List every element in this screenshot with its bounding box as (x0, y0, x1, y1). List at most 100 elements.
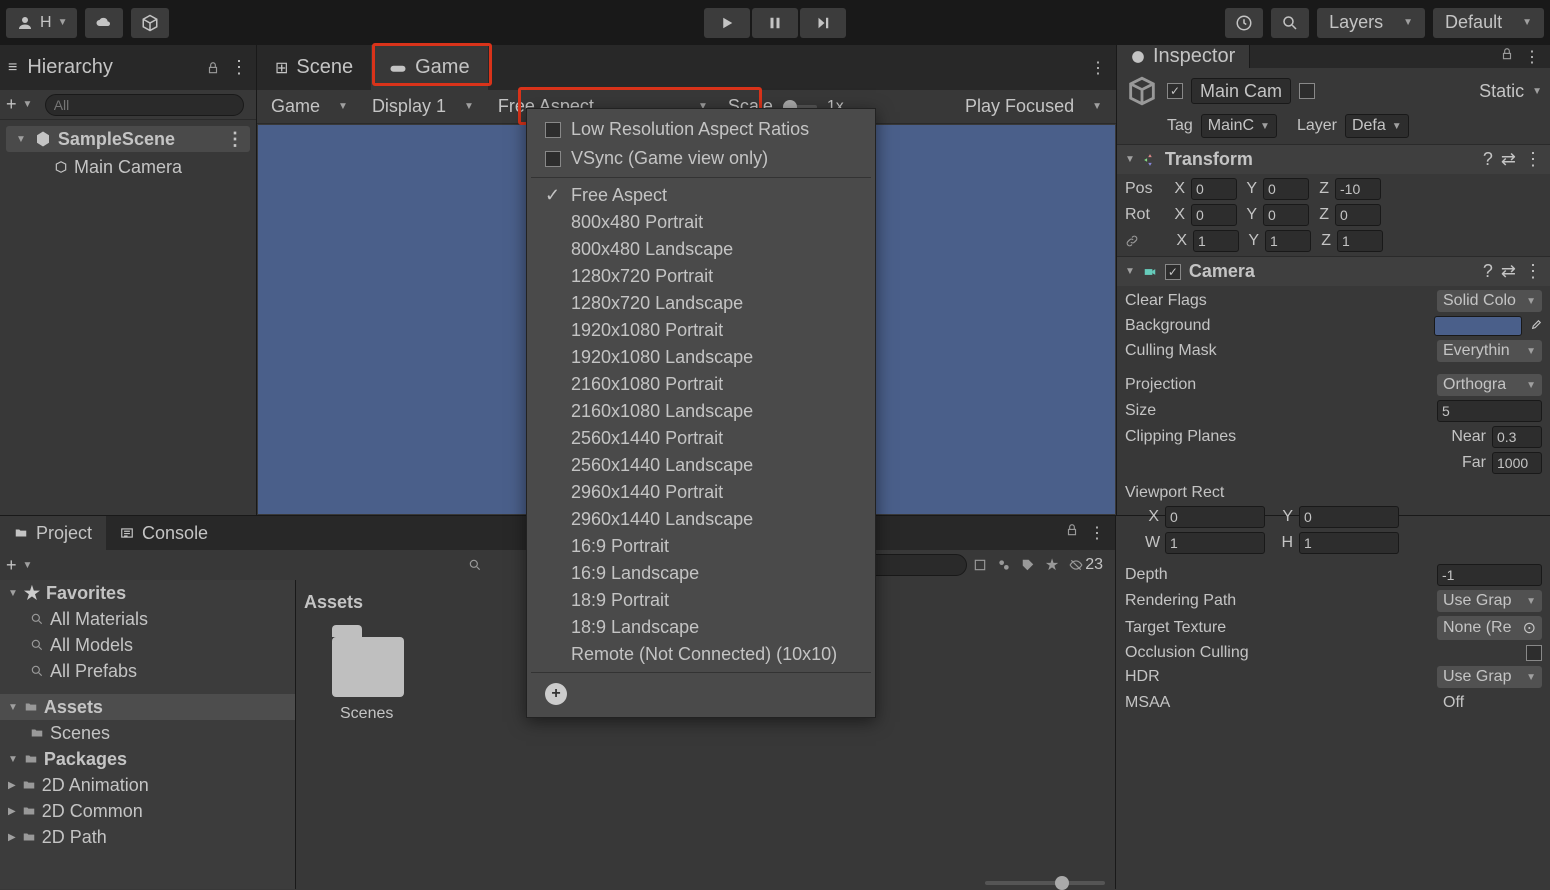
history-button[interactable] (1225, 8, 1263, 38)
packages-folder[interactable]: ▼Packages (0, 746, 295, 772)
game-select-dropdown[interactable]: Game▼ (261, 92, 358, 121)
lock-icon[interactable] (206, 61, 220, 75)
aspect-option[interactable]: ✓Free Aspect (531, 182, 871, 209)
play-focused-dropdown[interactable]: Play Focused▼ (955, 92, 1112, 121)
pos-x-input[interactable] (1191, 178, 1237, 200)
aspect-option[interactable]: 1920x1080 Landscape (531, 344, 871, 371)
scale-x-input[interactable] (1193, 230, 1239, 252)
expand-icon[interactable]: ▼ (16, 134, 26, 145)
hidden-icon[interactable] (1069, 558, 1083, 572)
thumbnail-size-slider[interactable] (985, 881, 1105, 885)
layout-dropdown[interactable]: Default▼ (1433, 8, 1544, 38)
tab-project[interactable]: Project (0, 516, 106, 550)
favorite-item[interactable]: All Materials (0, 606, 295, 632)
eyedropper-icon[interactable] (1528, 319, 1542, 333)
add-button[interactable]: + (6, 555, 17, 576)
preset-icon[interactable]: ⇄ (1501, 149, 1516, 170)
gameobject-item[interactable]: Main Camera (0, 154, 256, 180)
occlusion-checkbox[interactable] (1526, 645, 1542, 661)
projection-dropdown[interactable]: Orthogra▼ (1437, 374, 1542, 396)
label-filter-icon[interactable] (1021, 558, 1035, 572)
aspect-option[interactable]: 1280x720 Landscape (531, 290, 871, 317)
aspect-option[interactable]: 18:9 Landscape (531, 614, 871, 641)
package-item[interactable]: ▶2D Animation (0, 772, 295, 798)
tag-dropdown[interactable]: MainC▼ (1201, 114, 1277, 138)
aspect-option[interactable]: 2560x1440 Portrait (531, 425, 871, 452)
account-button[interactable]: H ▼ (6, 8, 77, 38)
pos-z-input[interactable] (1335, 178, 1381, 200)
add-button[interactable]: + (6, 94, 17, 115)
aspect-option[interactable]: 800x480 Portrait (531, 209, 871, 236)
transform-header[interactable]: ▼ Transform ? ⇄ ⋮ (1117, 145, 1550, 174)
aspect-option[interactable]: 2160x1080 Landscape (531, 398, 871, 425)
lock-icon[interactable] (1065, 523, 1079, 537)
expand-icon[interactable]: ▼ (1125, 154, 1135, 165)
hierarchy-search-input[interactable] (45, 94, 244, 116)
aspect-option[interactable]: 1280x720 Portrait (531, 263, 871, 290)
aspect-option[interactable]: 1920x1080 Portrait (531, 317, 871, 344)
rendering-path-dropdown[interactable]: Use Grap▼ (1437, 590, 1542, 612)
aspect-option[interactable]: 18:9 Portrait (531, 587, 871, 614)
checkbox[interactable] (545, 151, 561, 167)
tab-inspector[interactable]: Inspector (1117, 45, 1250, 68)
aspect-option[interactable]: Remote (Not Connected) (10x10) (531, 641, 871, 668)
context-menu-icon[interactable]: ⋮ (1524, 261, 1542, 282)
rot-y-input[interactable] (1263, 204, 1309, 226)
camera-enabled-checkbox[interactable] (1165, 264, 1181, 280)
play-button[interactable] (704, 8, 750, 38)
context-menu-icon[interactable]: ⋮ (1524, 47, 1540, 67)
scale-y-input[interactable] (1265, 230, 1311, 252)
expand-icon[interactable]: ▼ (1125, 266, 1135, 277)
step-button[interactable] (800, 8, 846, 38)
tab-console[interactable]: Console (106, 516, 222, 550)
link-icon[interactable] (1125, 234, 1139, 248)
chevron-down-icon[interactable]: ▼ (1532, 86, 1542, 97)
package-item[interactable]: ▶2D Common (0, 798, 295, 824)
help-icon[interactable]: ? (1483, 261, 1493, 282)
preset-icon[interactable]: ⇄ (1501, 261, 1516, 282)
viewport-w-input[interactable] (1165, 532, 1265, 554)
context-menu-icon[interactable]: ⋮ (230, 57, 248, 78)
vsync-option[interactable]: VSync (Game view only) (531, 144, 871, 173)
scale-z-input[interactable] (1337, 230, 1383, 252)
aspect-option[interactable]: 800x480 Landscape (531, 236, 871, 263)
context-menu-icon[interactable]: ⋮ (1090, 58, 1116, 78)
viewport-h-input[interactable] (1299, 532, 1399, 554)
favorite-item[interactable]: All Models (0, 632, 295, 658)
aspect-option[interactable]: 2960x1440 Portrait (531, 479, 871, 506)
lock-icon[interactable] (1500, 47, 1514, 61)
hierarchy-dropdown-icon[interactable]: ≡ (8, 59, 17, 77)
near-input[interactable] (1492, 426, 1542, 448)
display-dropdown[interactable]: Display 1▼ (362, 92, 484, 121)
search-button[interactable] (1271, 8, 1309, 38)
far-input[interactable] (1492, 452, 1542, 474)
pause-button[interactable] (752, 8, 798, 38)
clear-flags-dropdown[interactable]: Solid Colo▼ (1437, 290, 1542, 312)
gameobject-name-input[interactable] (1191, 78, 1291, 104)
folder-item[interactable]: Scenes (0, 720, 295, 746)
pos-y-input[interactable] (1263, 178, 1309, 200)
viewport-x-input[interactable] (1165, 506, 1265, 528)
context-menu-icon[interactable]: ⋮ (226, 129, 244, 150)
cloud-button[interactable] (85, 8, 123, 38)
size-input[interactable] (1437, 400, 1542, 422)
rot-x-input[interactable] (1191, 204, 1237, 226)
aspect-option[interactable]: 16:9 Landscape (531, 560, 871, 587)
scene-item[interactable]: ▼ SampleScene ⋮ (6, 126, 250, 152)
favorite-item[interactable]: All Prefabs (0, 658, 295, 684)
layers-dropdown[interactable]: Layers▼ (1317, 8, 1425, 38)
culling-mask-dropdown[interactable]: Everythin▼ (1437, 340, 1542, 362)
package-button[interactable] (131, 8, 169, 38)
aspect-option[interactable]: 16:9 Portrait (531, 533, 871, 560)
context-menu-icon[interactable]: ⋮ (1089, 523, 1105, 543)
checkbox[interactable] (545, 122, 561, 138)
background-color-field[interactable] (1434, 316, 1522, 336)
msaa-dropdown[interactable]: Off (1437, 692, 1542, 714)
static-checkbox[interactable] (1299, 83, 1315, 99)
target-texture-field[interactable]: None (Re⊙ (1437, 616, 1542, 640)
layer-dropdown[interactable]: Defa▼ (1345, 114, 1409, 138)
aspect-option[interactable]: 2160x1080 Portrait (531, 371, 871, 398)
depth-input[interactable] (1437, 564, 1542, 586)
favorite-icon[interactable]: ★ (1045, 555, 1059, 575)
help-icon[interactable]: ? (1483, 149, 1493, 170)
